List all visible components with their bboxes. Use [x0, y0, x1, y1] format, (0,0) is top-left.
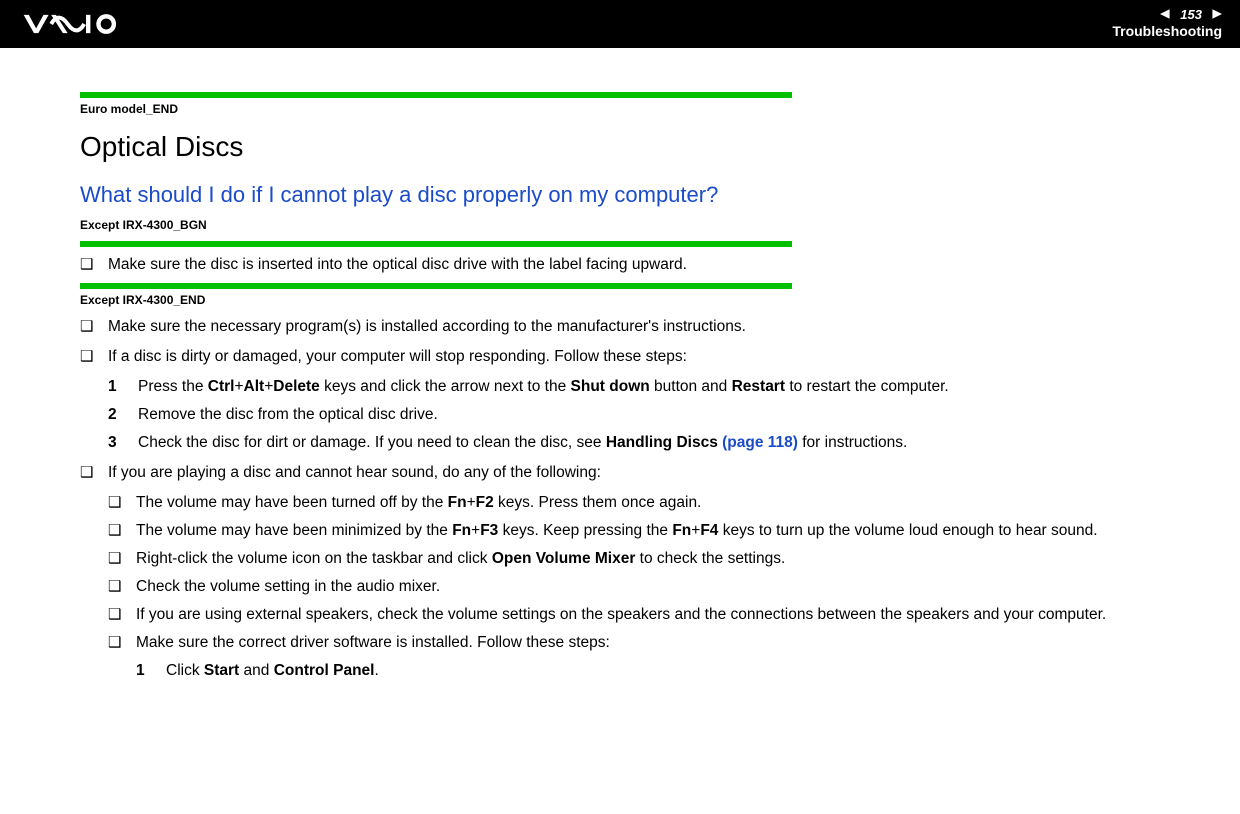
text: to restart the computer.: [785, 378, 949, 395]
header-right: 153 Troubleshooting: [1112, 8, 1222, 40]
text: Press the: [138, 378, 208, 395]
key: Alt: [244, 378, 265, 395]
numbered-step: 1 Press the Ctrl+Alt+Delete keys and cli…: [80, 375, 1200, 399]
text: The volume may have been minimized by th…: [136, 522, 452, 539]
bullet-text: Make sure the necessary program(s) is in…: [108, 315, 1200, 339]
key: Fn: [448, 494, 467, 511]
text: +: [691, 522, 700, 539]
green-rule: [80, 241, 792, 247]
numbered-step: 3 Check the disc for dirt or damage. If …: [80, 431, 1200, 455]
key: Shut down: [571, 378, 650, 395]
header-bar: 153 Troubleshooting: [0, 0, 1240, 48]
bold: Handling Discs: [606, 434, 722, 451]
text: The volume may have been turned off by t…: [136, 494, 448, 511]
text: button and: [650, 378, 732, 395]
prev-page-arrow[interactable]: [1160, 8, 1176, 22]
bullet-item: ❑ If a disc is dirty or damaged, your co…: [80, 345, 1200, 369]
sub-bullet-item: ❑ The volume may have been minimized by …: [80, 519, 1200, 543]
sub-bullet-item: ❑ Make sure the correct driver software …: [80, 631, 1200, 655]
step-text: Press the Ctrl+Alt+Delete keys and click…: [138, 375, 1200, 399]
bullet-text: Make sure the disc is inserted into the …: [108, 253, 1200, 277]
key: F3: [480, 522, 498, 539]
text: +: [234, 378, 243, 395]
bold: Control Panel: [274, 662, 375, 679]
bold: Start: [204, 662, 239, 679]
sub-bullet-item: ❑ Right-click the volume icon on the tas…: [80, 547, 1200, 571]
text: Right-click the volume icon on the taskb…: [136, 550, 492, 567]
square-bullet-icon: ❑: [108, 519, 136, 542]
page-number: 153: [1180, 8, 1202, 22]
bullet-text: Right-click the volume icon on the taskb…: [136, 547, 1200, 571]
bullet-item: ❑ Make sure the necessary program(s) is …: [80, 315, 1200, 339]
heading-h2: What should I do if I cannot play a disc…: [80, 178, 1200, 212]
page-content: Euro model_END Optical Discs What should…: [0, 48, 1240, 707]
heading-h1: Optical Discs: [80, 125, 1200, 168]
bullet-text: Check the volume setting in the audio mi…: [136, 575, 1200, 599]
key: Restart: [732, 378, 785, 395]
bullet-item: ❑ If you are playing a disc and cannot h…: [80, 461, 1200, 485]
page-link[interactable]: (page 118): [722, 434, 798, 451]
green-rule: [80, 92, 792, 98]
section-title: Troubleshooting: [1112, 24, 1222, 39]
square-bullet-icon: ❑: [80, 315, 108, 338]
sub-bullet-item: ❑ If you are using external speakers, ch…: [80, 603, 1200, 627]
step-number: 1: [136, 659, 166, 683]
step-number: 3: [108, 431, 138, 455]
next-page-arrow[interactable]: [1206, 8, 1222, 22]
text: keys. Keep pressing the: [498, 522, 672, 539]
text: keys. Press them once again.: [494, 494, 702, 511]
text: Check the disc for dirt or damage. If yo…: [138, 434, 606, 451]
bullet-text: The volume may have been minimized by th…: [136, 519, 1200, 543]
key: F4: [700, 522, 718, 539]
key: Fn: [672, 522, 691, 539]
square-bullet-icon: ❑: [80, 345, 108, 368]
text: +: [471, 522, 480, 539]
step-text: Check the disc for dirt or damage. If yo…: [138, 431, 1200, 455]
step-number: 2: [108, 403, 138, 427]
square-bullet-icon: ❑: [108, 603, 136, 626]
square-bullet-icon: ❑: [80, 461, 108, 484]
bullet-item: ❑ Make sure the disc is inserted into th…: [80, 253, 1200, 277]
tag-except-end: Except IRX-4300_END: [80, 291, 1200, 310]
square-bullet-icon: ❑: [80, 253, 108, 276]
text: keys and click the arrow next to the: [320, 378, 571, 395]
bullet-text: If a disc is dirty or damaged, your comp…: [108, 345, 1200, 369]
sub-bullet-item: ❑ The volume may have been turned off by…: [80, 491, 1200, 515]
key: Delete: [273, 378, 320, 395]
step-text: Click Start and Control Panel.: [166, 659, 1200, 683]
key: F2: [476, 494, 494, 511]
bullet-text: Make sure the correct driver software is…: [136, 631, 1200, 655]
text: +: [467, 494, 476, 511]
text: to check the settings.: [635, 550, 785, 567]
tag-except-bgn: Except IRX-4300_BGN: [80, 216, 1200, 235]
key: Fn: [452, 522, 471, 539]
step-number: 1: [108, 375, 138, 399]
bold: Open Volume Mixer: [492, 550, 636, 567]
square-bullet-icon: ❑: [108, 575, 136, 598]
vaio-logo: [22, 13, 172, 35]
text: .: [374, 662, 378, 679]
text: and: [239, 662, 273, 679]
text: Click: [166, 662, 204, 679]
square-bullet-icon: ❑: [108, 547, 136, 570]
step-text: Remove the disc from the optical disc dr…: [138, 403, 1200, 427]
numbered-step: 2 Remove the disc from the optical disc …: [80, 403, 1200, 427]
text: for instructions.: [798, 434, 907, 451]
bullet-text: If you are playing a disc and cannot hea…: [108, 461, 1200, 485]
tag-euro-end: Euro model_END: [80, 100, 1200, 119]
square-bullet-icon: ❑: [108, 491, 136, 514]
green-rule: [80, 283, 792, 289]
bullet-text: The volume may have been turned off by t…: [136, 491, 1200, 515]
text: keys to turn up the volume loud enough t…: [718, 522, 1097, 539]
bullet-text: If you are using external speakers, chec…: [136, 603, 1200, 627]
numbered-step: 1 Click Start and Control Panel.: [80, 659, 1200, 683]
key: Ctrl: [208, 378, 235, 395]
sub-bullet-item: ❑ Check the volume setting in the audio …: [80, 575, 1200, 599]
text: +: [264, 378, 273, 395]
square-bullet-icon: ❑: [108, 631, 136, 654]
